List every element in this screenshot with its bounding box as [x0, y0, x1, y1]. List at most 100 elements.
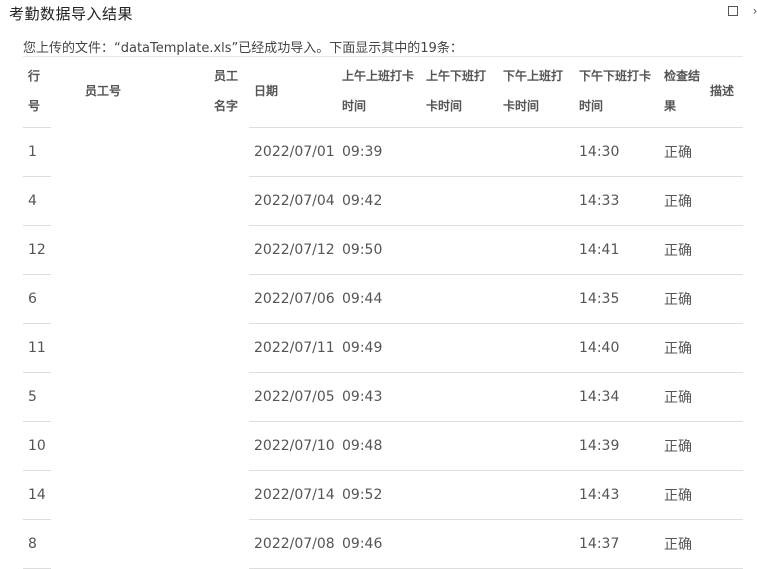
cell-pm-in — [498, 372, 574, 422]
header-row-number: 行号 — [23, 57, 51, 128]
cell-pm-in — [498, 225, 574, 275]
cell-employee-id — [51, 177, 209, 226]
cell-row-number: 12 — [23, 225, 51, 275]
cell-pm-out: 14:37 — [574, 519, 659, 569]
table-row: 1 2022/07/01 09:39 14:30 正确 — [23, 127, 743, 177]
cell-pm-in — [498, 470, 574, 520]
cell-am-in: 09:52 — [337, 470, 421, 520]
cell-employee-name — [209, 520, 249, 569]
header-am-out: 上午下班打卡时间 — [421, 57, 498, 128]
cell-employee-id — [51, 128, 209, 177]
cell-row-number: 14 — [23, 470, 51, 520]
cell-am-out — [421, 372, 498, 422]
table-row: 11 2022/07/11 09:49 14:40 正确 — [23, 323, 743, 373]
cell-description — [705, 225, 743, 275]
cell-row-number: 11 — [23, 323, 51, 373]
cell-pm-out: 14:30 — [574, 127, 659, 177]
cell-result: 正确 — [659, 323, 705, 373]
cell-result: 正确 — [659, 274, 705, 324]
table-row: 5 2022/07/05 09:43 14:34 正确 — [23, 372, 743, 422]
table-row: 12 2022/07/12 09:50 14:41 正确 — [23, 225, 743, 275]
cell-date: 2022/07/06 — [249, 274, 337, 324]
cell-row-number: 8 — [23, 519, 51, 569]
cell-date: 2022/07/05 — [249, 372, 337, 422]
header-pm-out: 下午下班打卡时间 — [574, 57, 659, 128]
cell-pm-out: 14:39 — [574, 421, 659, 471]
header-result: 检查结果 — [659, 57, 705, 128]
cell-employee-name — [209, 177, 249, 226]
cell-employee-name — [209, 373, 249, 422]
cell-row-number: 5 — [23, 372, 51, 422]
cell-employee-id — [51, 520, 209, 569]
attendance-result-table: 行号 员工号 员工名字 日期 上午上班打卡时间 上午下班打卡时间 下午上班打卡时… — [23, 57, 743, 569]
cell-date: 2022/07/14 — [249, 470, 337, 520]
cell-result: 正确 — [659, 421, 705, 471]
cell-description — [705, 323, 743, 373]
cell-pm-in — [498, 127, 574, 177]
cell-date: 2022/07/01 — [249, 127, 337, 177]
cell-am-out — [421, 225, 498, 275]
cell-pm-out: 14:40 — [574, 323, 659, 373]
cell-pm-out: 14:43 — [574, 470, 659, 520]
cell-row-number: 1 — [23, 127, 51, 177]
cell-pm-in — [498, 519, 574, 569]
cell-employee-name — [209, 471, 249, 520]
cell-am-out — [421, 176, 498, 226]
cell-employee-name — [209, 226, 249, 275]
cell-am-in: 09:43 — [337, 372, 421, 422]
maximize-icon[interactable] — [726, 4, 740, 18]
cell-date: 2022/07/10 — [249, 421, 337, 471]
cell-pm-in — [498, 274, 574, 324]
chevron-right-icon[interactable]: › — [748, 4, 757, 18]
cell-employee-name — [209, 324, 249, 373]
cell-employee-id — [51, 422, 209, 471]
cell-result: 正确 — [659, 127, 705, 177]
cell-employee-id — [51, 226, 209, 275]
header-date: 日期 — [249, 57, 337, 128]
cell-employee-id — [51, 324, 209, 373]
cell-employee-id — [51, 373, 209, 422]
cell-description — [705, 176, 743, 226]
cell-am-out — [421, 519, 498, 569]
table-row: 4 2022/07/04 09:42 14:33 正确 — [23, 176, 743, 226]
import-info-text: 您上传的文件：“dataTemplate.xls”已经成功导入。下面显示其中的1… — [23, 41, 463, 56]
cell-employee-id — [51, 471, 209, 520]
cell-row-number: 6 — [23, 274, 51, 324]
cell-pm-in — [498, 176, 574, 226]
cell-description — [705, 421, 743, 471]
cell-pm-in — [498, 421, 574, 471]
cell-employee-name — [209, 128, 249, 177]
cell-pm-out: 14:41 — [574, 225, 659, 275]
cell-row-number: 4 — [23, 176, 51, 226]
table-row: 6 2022/07/06 09:44 14:35 正确 — [23, 274, 743, 324]
cell-am-in: 09:44 — [337, 274, 421, 324]
cell-employee-id — [51, 275, 209, 324]
cell-description — [705, 274, 743, 324]
header-employee-name: 员工名字 — [214, 69, 239, 114]
cell-date: 2022/07/08 — [249, 519, 337, 569]
header-pm-in: 下午上班打卡时间 — [498, 57, 574, 128]
cell-result: 正确 — [659, 176, 705, 226]
cell-date: 2022/07/04 — [249, 176, 337, 226]
cell-am-in: 09:50 — [337, 225, 421, 275]
cell-row-number: 10 — [23, 421, 51, 471]
table-header-row: 行号 员工号 员工名字 日期 上午上班打卡时间 上午下班打卡时间 下午上班打卡时… — [23, 57, 743, 128]
cell-am-in: 09:46 — [337, 519, 421, 569]
header-description: 描述 — [705, 57, 743, 128]
header-employee-id: 员工号 — [85, 84, 122, 99]
cell-am-in: 09:42 — [337, 176, 421, 226]
table-row: 14 2022/07/14 09:52 14:43 正确 — [23, 470, 743, 520]
header-am-in: 上午上班打卡时间 — [337, 57, 421, 128]
cell-am-out — [421, 127, 498, 177]
cell-result: 正确 — [659, 470, 705, 520]
cell-description — [705, 372, 743, 422]
cell-am-out — [421, 470, 498, 520]
cell-result: 正确 — [659, 519, 705, 569]
cell-date: 2022/07/11 — [249, 323, 337, 373]
cell-pm-out: 14:34 — [574, 372, 659, 422]
cell-pm-out: 14:35 — [574, 274, 659, 324]
dialog-title: 考勤数据导入结果 — [9, 5, 134, 23]
cell-description — [705, 470, 743, 520]
cell-am-in: 09:48 — [337, 421, 421, 471]
table-row: 10 2022/07/10 09:48 14:39 正确 — [23, 421, 743, 471]
